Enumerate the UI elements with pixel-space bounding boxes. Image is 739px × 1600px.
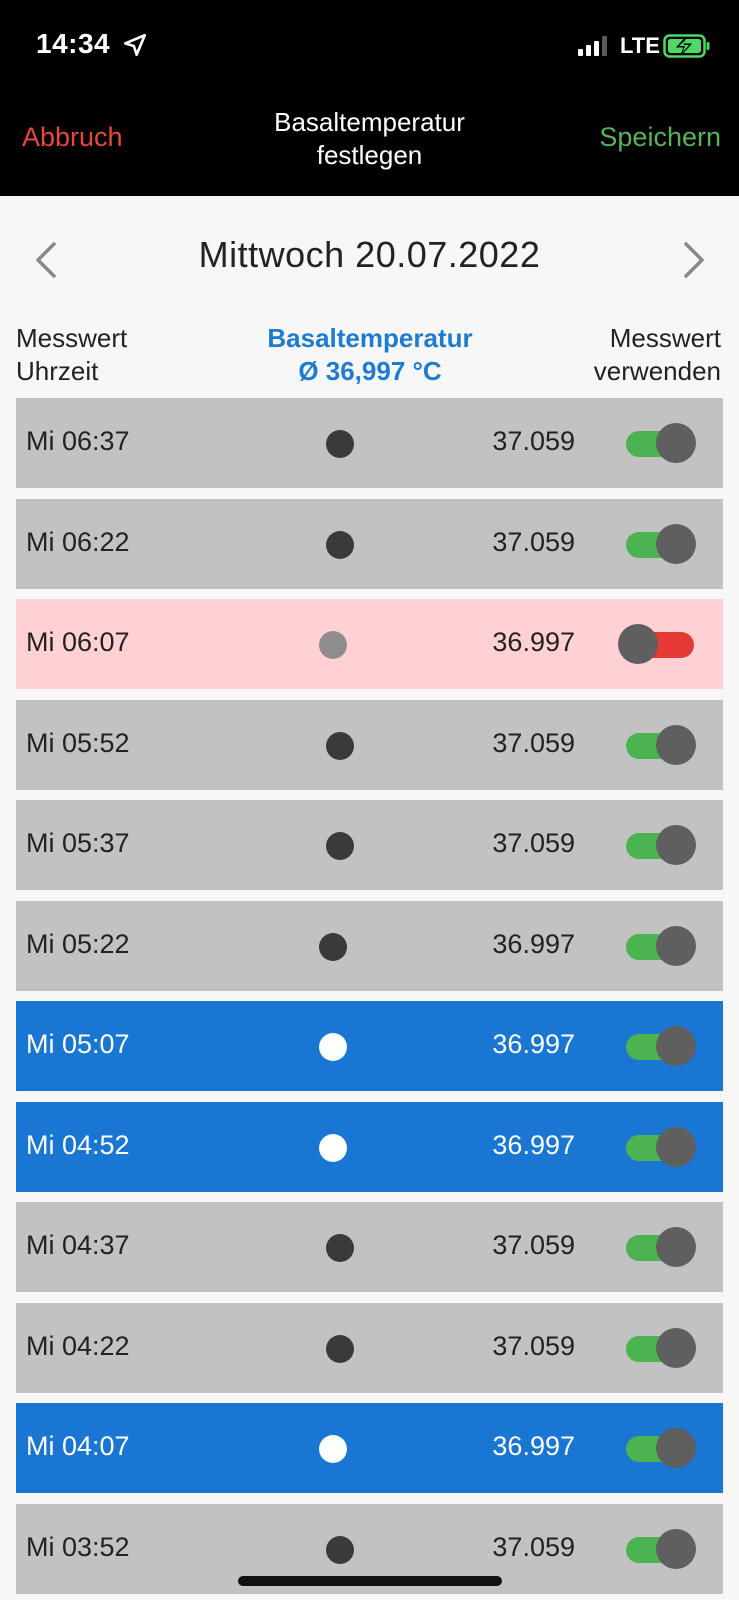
page-title-line1: Basaltemperatur (274, 107, 465, 137)
temperature-marker-dot (319, 1033, 347, 1061)
column-header-time-line1: Messwert (16, 323, 128, 353)
measurement-row[interactable]: Mi 05:52 37.059 (16, 699, 723, 790)
column-header-use-line2: verwenden (593, 356, 721, 386)
column-header-use-line1: Messwert (609, 323, 721, 353)
measurement-value: 37.059 (492, 1531, 575, 1562)
use-measurement-toggle[interactable] (624, 724, 698, 767)
temperature-marker-dot (326, 731, 354, 760)
use-measurement-toggle[interactable] (624, 925, 698, 968)
measurement-row[interactable]: Mi 04:37 37.059 (16, 1202, 723, 1292)
use-measurement-toggle[interactable] (624, 1126, 698, 1169)
use-measurement-toggle[interactable] (624, 825, 698, 867)
temperature-marker-dot (319, 1435, 347, 1463)
chevron-right-icon[interactable] (672, 236, 712, 284)
measurement-time: Mi 04:07 (26, 1431, 130, 1461)
temperature-marker-dot (319, 932, 347, 961)
toggle-knob (656, 1026, 696, 1066)
toggle-knob (656, 1327, 696, 1368)
page-title-line2: festlegen (316, 140, 423, 170)
toggle-knob (656, 1126, 696, 1167)
measurement-value: 37.059 (492, 727, 575, 758)
measurement-time: Mi 04:52 (26, 1129, 130, 1160)
cancel-button[interactable]: Abbruch (22, 122, 123, 153)
temperature-marker-dot (326, 1535, 354, 1564)
temperature-marker-dot (326, 1234, 354, 1262)
measurement-row[interactable]: Mi 04:52 36.997 (16, 1101, 723, 1192)
signal-strength-icon (578, 34, 607, 56)
measurement-time: Mi 06:22 (26, 526, 130, 557)
measurement-time: Mi 06:07 (26, 627, 130, 657)
toggle-knob (618, 624, 658, 664)
measurement-row[interactable]: Mi 04:22 37.059 (16, 1302, 723, 1393)
status-time: 14:34 (36, 28, 111, 59)
temperature-marker-dot (326, 530, 354, 559)
use-measurement-toggle[interactable] (618, 624, 698, 666)
toggle-knob (656, 423, 696, 463)
toggle-knob (656, 925, 696, 966)
toggle-knob (656, 825, 696, 865)
measurement-time: Mi 06:37 (26, 426, 130, 456)
measurement-row[interactable]: Mi 06:07 36.997 (16, 599, 723, 689)
toggle-knob (656, 1528, 696, 1569)
measurement-time: Mi 05:22 (26, 928, 130, 959)
column-header-temperature-line1: Basaltemperatur (267, 323, 473, 353)
measurement-row[interactable]: Mi 05:22 36.997 (16, 900, 723, 991)
location-arrow-icon (123, 33, 147, 57)
network-type: LTE (620, 33, 660, 58)
page-title: Basaltemperatur festlegen (200, 106, 539, 172)
measurement-value: 36.997 (492, 1431, 575, 1461)
home-indicator (238, 1576, 502, 1586)
measurement-time: Mi 05:52 (26, 727, 130, 758)
measurement-time: Mi 03:52 (26, 1531, 130, 1562)
measurement-time: Mi 05:37 (26, 828, 130, 858)
chevron-left-icon[interactable] (28, 236, 68, 284)
toggle-knob (656, 1227, 696, 1267)
measurement-value: 37.059 (492, 1330, 575, 1361)
toggle-knob (656, 1428, 696, 1468)
use-measurement-toggle[interactable] (624, 1327, 698, 1370)
measurement-time: Mi 05:07 (26, 1029, 130, 1059)
use-measurement-toggle[interactable] (624, 1528, 698, 1571)
use-measurement-toggle[interactable] (624, 523, 698, 566)
date-navigation: Mittwoch 20.07.2022 (0, 228, 739, 296)
save-button[interactable]: Speichern (599, 122, 721, 153)
measurement-time: Mi 04:37 (26, 1230, 130, 1260)
battery-charging-icon (663, 34, 710, 58)
measurement-value: 36.997 (492, 1129, 575, 1160)
use-measurement-toggle[interactable] (624, 1227, 698, 1269)
measurement-value: 36.997 (492, 1029, 575, 1059)
measurement-value: 36.997 (492, 928, 575, 959)
measurement-row[interactable]: Mi 05:37 37.059 (16, 800, 723, 890)
measurement-row[interactable]: Mi 06:37 37.059 (16, 398, 723, 488)
temperature-marker-dot (319, 631, 347, 659)
column-header-temperature: Basaltemperatur Ø 36,997 °C (220, 322, 520, 388)
column-header-time: Messwert Uhrzeit (16, 322, 127, 388)
measurement-value: 37.059 (492, 526, 575, 557)
temperature-marker-dot (326, 430, 354, 458)
measurement-row[interactable]: Mi 06:22 37.059 (16, 498, 723, 589)
measurement-row[interactable]: Mi 04:07 36.997 (16, 1403, 723, 1493)
measurement-value: 36.997 (492, 627, 575, 657)
measurement-row[interactable]: Mi 05:07 36.997 (16, 1001, 723, 1091)
date-label: Mittwoch 20.07.2022 (198, 234, 541, 275)
column-header-time-line2: Uhrzeit (16, 356, 99, 386)
top-bar: 14:34 LTE Abbruch Basaltemperatur festle… (0, 0, 739, 196)
temperature-marker-dot (326, 832, 354, 860)
measurement-value: 37.059 (492, 828, 575, 858)
toggle-knob (656, 724, 696, 765)
use-measurement-toggle[interactable] (624, 1026, 698, 1068)
temperature-marker-dot (319, 1133, 347, 1162)
column-header-use: Messwert verwenden (594, 322, 721, 388)
measurement-value: 37.059 (492, 426, 575, 456)
measurement-time: Mi 04:22 (26, 1330, 130, 1361)
use-measurement-toggle[interactable] (624, 423, 698, 465)
average-temperature: Ø 36,997 °C (298, 356, 442, 386)
temperature-marker-dot (326, 1334, 354, 1363)
measurement-list: Mi 06:37 37.059 Mi 06:22 37.059 Mi 06:07 36.9… (16, 398, 723, 1600)
use-measurement-toggle[interactable] (624, 1428, 698, 1470)
measurement-value: 37.059 (492, 1230, 575, 1260)
toggle-knob (656, 523, 696, 564)
